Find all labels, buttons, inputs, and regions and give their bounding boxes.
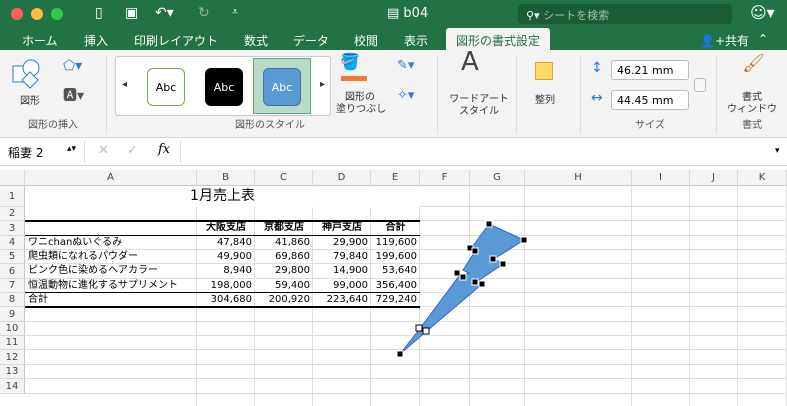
bezier-control-handle[interactable] [422, 327, 430, 335]
vertex-handle[interactable] [478, 280, 486, 288]
vertex-handle[interactable] [489, 255, 497, 263]
vertex-handle[interactable] [471, 247, 479, 255]
bezier-control-handle[interactable] [415, 324, 423, 332]
vertex-handle[interactable] [396, 350, 404, 358]
vertex-handle[interactable] [499, 260, 507, 268]
vertex-handle[interactable] [453, 269, 461, 277]
lightning-bolt-body[interactable] [399, 223, 526, 355]
lightning-bolt-shape[interactable] [0, 0, 787, 400]
vertex-handle[interactable] [459, 273, 467, 281]
vertex-handle[interactable] [485, 220, 493, 228]
vertex-handle[interactable] [520, 236, 528, 244]
vertex-handle[interactable] [471, 278, 479, 286]
